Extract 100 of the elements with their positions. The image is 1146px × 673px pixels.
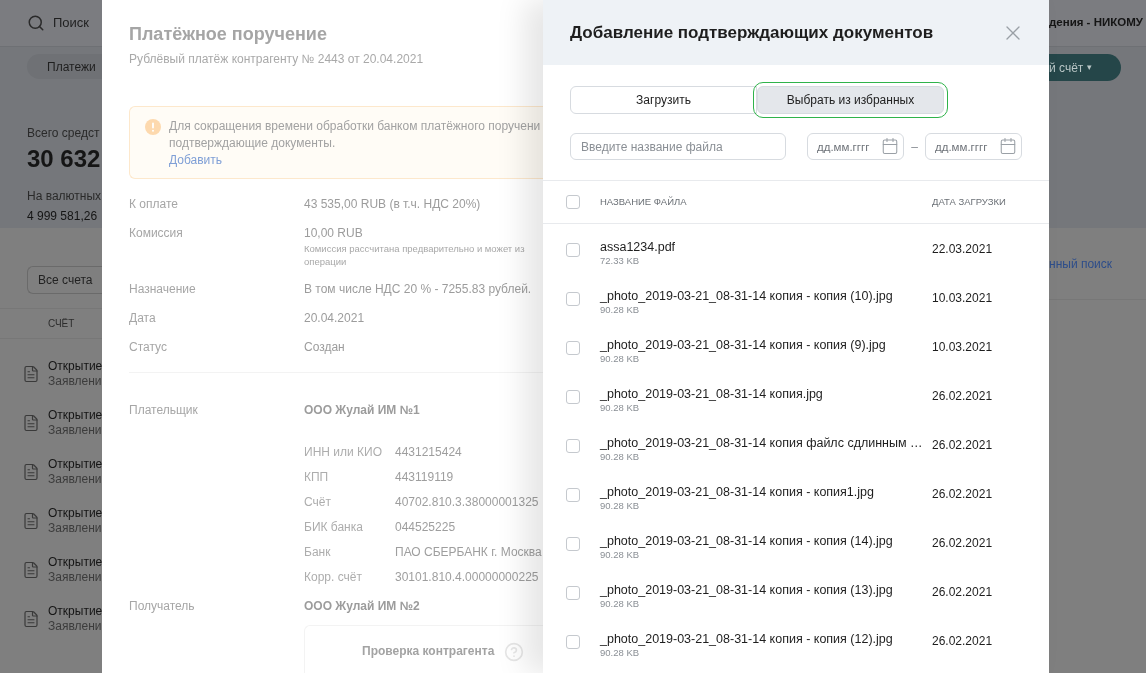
file-size: 90.28 KB bbox=[600, 646, 641, 660]
row-title[interactable]: Открытие bbox=[48, 358, 102, 374]
panel-subtitle: Рублёвый платёж контрагенту № 2443 от 20.04.2021 bbox=[129, 51, 425, 68]
row-subtitle: Заявлени bbox=[48, 471, 102, 487]
checkbox[interactable] bbox=[566, 341, 580, 355]
checkbox[interactable] bbox=[566, 537, 580, 551]
counterparty-check-label: Проверка контрагента bbox=[362, 643, 495, 660]
panel-title: Платёжное поручение bbox=[129, 23, 328, 46]
checkbox[interactable] bbox=[566, 488, 580, 502]
upload-date: 10.03.2021 bbox=[932, 339, 993, 356]
checkbox[interactable] bbox=[566, 586, 580, 600]
field-label: Назначение bbox=[129, 281, 197, 298]
detail-value: 044525225 bbox=[395, 519, 456, 536]
column-header: НАЗВАНИЕ ФАЙЛА bbox=[600, 194, 688, 209]
row-title[interactable]: Открытие bbox=[48, 603, 102, 619]
file-name[interactable]: _photo_2019-03-21_08-31-14 копия - копия (9).jpg bbox=[600, 338, 932, 352]
row-title[interactable]: Открытие bbox=[48, 505, 102, 521]
total-label: Всего средст bbox=[27, 125, 101, 142]
detail-label: Счёт bbox=[304, 494, 332, 511]
payer-name: ООО Жулай ИМ №1 bbox=[304, 402, 420, 419]
file-size: 90.28 KB bbox=[600, 352, 641, 366]
upload-date: 26.02.2021 bbox=[932, 437, 993, 454]
file-name[interactable]: _photo_2019-03-21_08-31-14 копия - копия (10).jpg bbox=[600, 289, 932, 303]
field-label: Дата bbox=[129, 310, 157, 327]
file-name[interactable]: _photo_2019-03-21_08-31-14 копия.jpg bbox=[600, 387, 932, 401]
detail-value: ПАО СБЕРБАНК г. Москва bbox=[395, 544, 542, 561]
upload-date: 26.02.2021 bbox=[932, 535, 993, 552]
nav-tab[interactable]: Платежи bbox=[27, 54, 102, 79]
warning-icon bbox=[145, 119, 161, 135]
file-name[interactable]: _photo_2019-03-21_08-31-14 копия файлс сдлинным … bbox=[600, 436, 932, 450]
file-name[interactable]: _photo_2019-03-21_08-31-14 копия - копия1.jpg bbox=[600, 485, 932, 499]
file-size: 90.28 KB bbox=[600, 401, 641, 415]
file-name[interactable]: _photo_2019-03-21_08-31-14 копия - копия (14).jpg bbox=[600, 534, 932, 548]
date-from-field[interactable]: дд.мм.гггг bbox=[807, 133, 904, 160]
checkbox[interactable] bbox=[566, 195, 580, 209]
field-label: Статус bbox=[129, 339, 168, 356]
row-subtitle: Заявлени bbox=[48, 569, 102, 585]
row-subtitle: Заявлени bbox=[48, 618, 102, 634]
field-value: 10,00 RUB bbox=[304, 225, 364, 242]
field-label: К оплате bbox=[129, 196, 179, 213]
detail-value: 30101.810.4.00000000225 bbox=[395, 569, 539, 586]
document-icon bbox=[22, 560, 40, 579]
file-name[interactable]: assa1234.pdf bbox=[600, 240, 932, 254]
account-button[interactable]: й счёт ▾ bbox=[1049, 54, 1121, 81]
alert-text: Для сокращения времени обработки банком платёжного поручени bbox=[169, 118, 541, 135]
filename-search-field[interactable]: Введите название файла bbox=[570, 133, 786, 160]
upload-date: 26.02.2021 bbox=[932, 633, 993, 650]
file-size: 90.28 KB bbox=[600, 450, 641, 464]
detail-value: 40702.810.3.38000001325 bbox=[395, 494, 539, 511]
calendar-icon[interactable] bbox=[999, 137, 1017, 155]
detail-label: Банк bbox=[304, 544, 332, 561]
tab[interactable]: Загрузить bbox=[570, 86, 757, 114]
row-subtitle: Заявлени bbox=[48, 520, 102, 536]
upload-date: 10.03.2021 bbox=[932, 290, 993, 307]
field-value: В том числе НДС 20 % - 7255.83 рублей. bbox=[304, 281, 532, 298]
field-value: 43 535,00 RUB (в т.ч. НДС 20%) bbox=[304, 196, 481, 213]
row-title[interactable]: Открытие bbox=[48, 456, 102, 472]
column-header: СЧЁТ bbox=[48, 317, 75, 331]
file-size: 90.28 KB bbox=[600, 303, 641, 317]
payer-label: Плательщик bbox=[129, 402, 199, 419]
field-note: Комиссия рассчитана предварительно и может из bbox=[304, 242, 525, 255]
row-title[interactable]: Открытие bbox=[48, 554, 102, 570]
file-size: 90.28 KB bbox=[600, 597, 641, 611]
upload-date: 26.02.2021 bbox=[932, 388, 993, 405]
checkbox[interactable] bbox=[566, 292, 580, 306]
recipient-name: ООО Жулай ИМ №2 bbox=[304, 598, 420, 615]
date-separator: – bbox=[910, 138, 919, 156]
document-icon bbox=[22, 364, 40, 383]
row-subtitle: Заявлени bbox=[48, 422, 102, 438]
checkbox[interactable] bbox=[566, 635, 580, 649]
field-value: 20.04.2021 bbox=[304, 310, 365, 327]
file-name[interactable]: _photo_2019-03-21_08-31-14 копия - копия (13).jpg bbox=[600, 583, 932, 597]
currency-amount: 4 999 581,26 bbox=[27, 208, 99, 225]
file-name[interactable]: _photo_2019-03-21_08-31-14 копия - копия (12).jpg bbox=[600, 632, 932, 646]
detail-label: КПП bbox=[304, 469, 330, 486]
help-icon[interactable] bbox=[504, 642, 525, 662]
detail-label: Корр. счёт bbox=[304, 569, 363, 586]
checkbox[interactable] bbox=[566, 243, 580, 257]
detail-label: БИК банка bbox=[304, 519, 364, 536]
document-icon bbox=[22, 511, 40, 530]
field-value: Создан bbox=[304, 339, 345, 356]
drawer-title: Добавление подтверждающих документов bbox=[570, 21, 934, 44]
column-header: ДАТА ЗАГРУЗКИ bbox=[932, 194, 1006, 209]
upload-date: 26.02.2021 bbox=[932, 584, 993, 601]
date-to-field[interactable]: дд.мм.гггг bbox=[925, 133, 1022, 160]
recipient-label: Получатель bbox=[129, 598, 196, 615]
calendar-icon[interactable] bbox=[881, 137, 899, 155]
file-size: 90.28 KB bbox=[600, 499, 641, 513]
row-subtitle: Заявлени bbox=[48, 373, 102, 389]
checkbox[interactable] bbox=[566, 439, 580, 453]
document-icon bbox=[22, 413, 40, 432]
row-title[interactable]: Открытие bbox=[48, 407, 102, 423]
total-amount: 30 632 bbox=[27, 144, 102, 174]
checkbox[interactable] bbox=[566, 390, 580, 404]
search-label[interactable]: Поиск bbox=[53, 13, 90, 33]
document-icon bbox=[22, 462, 40, 481]
search-icon[interactable] bbox=[27, 14, 45, 32]
detail-label: ИНН или КИО bbox=[304, 444, 383, 461]
add-link[interactable]: Добавить bbox=[169, 152, 541, 169]
field-label: Комиссия bbox=[129, 225, 184, 242]
